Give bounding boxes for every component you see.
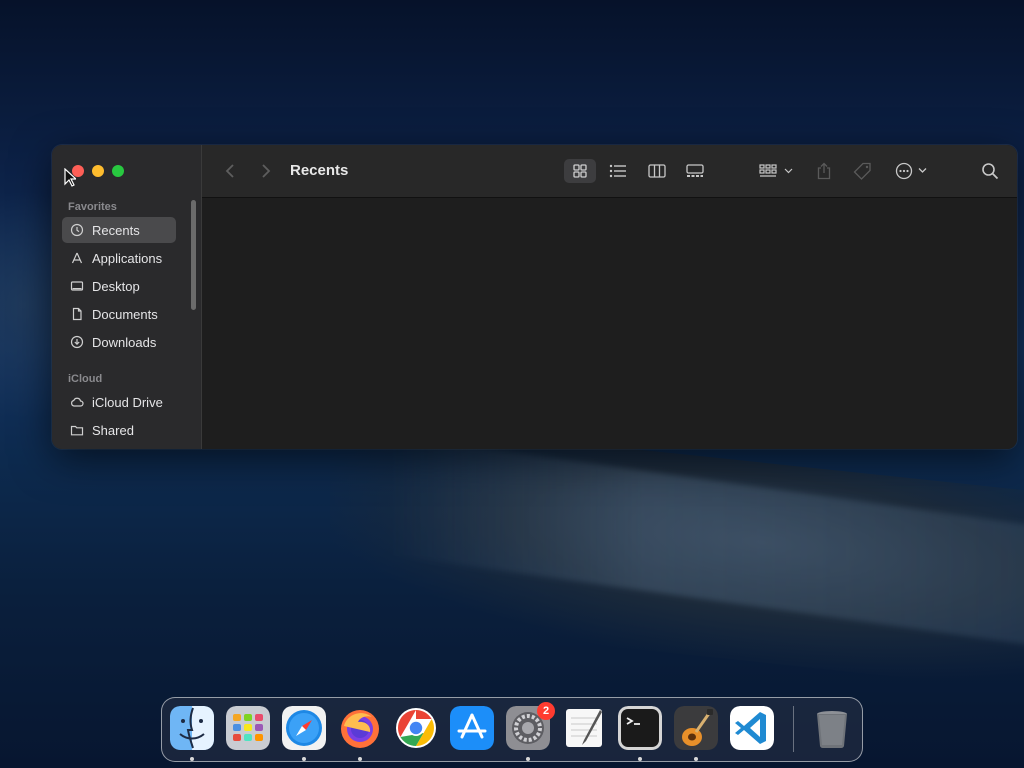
dock-trash[interactable] xyxy=(810,706,854,750)
tag-icon xyxy=(853,162,871,180)
download-icon xyxy=(70,335,84,349)
grid-icon xyxy=(573,164,587,178)
icon-view-button[interactable] xyxy=(564,159,596,183)
sidebar-item-label: Downloads xyxy=(92,334,157,350)
back-button[interactable] xyxy=(220,159,240,183)
vscode-icon xyxy=(730,706,774,750)
finder-window: Favorites Recents Applications Desktop D… xyxy=(52,145,1017,449)
running-indicator xyxy=(526,757,530,761)
sidebar-item-icloud-drive[interactable]: iCloud Drive xyxy=(62,389,176,415)
sidebar-scrollbar[interactable] xyxy=(191,200,196,310)
sidebar-item-label: iCloud Drive xyxy=(92,394,163,410)
sidebar-item-applications[interactable]: Applications xyxy=(62,245,176,271)
applications-icon xyxy=(71,252,83,264)
cloud-icon xyxy=(71,397,84,407)
sidebar-item-label: Shared xyxy=(92,422,134,438)
sidebar-item-desktop[interactable]: Desktop xyxy=(62,273,176,299)
file-area[interactable] xyxy=(202,198,1017,449)
group-by-button[interactable] xyxy=(757,159,797,183)
sidebar-item-recents[interactable]: Recents xyxy=(62,217,176,243)
list-icon xyxy=(609,164,626,178)
column-view-button[interactable] xyxy=(641,159,673,183)
dock-app-chrome[interactable] xyxy=(394,706,438,750)
desktop-icon xyxy=(70,281,84,291)
shared-folder-icon xyxy=(70,425,84,436)
gallery-icon xyxy=(686,164,704,177)
sidebar-section-favorites: Favorites xyxy=(68,201,117,213)
chrome-icon xyxy=(396,708,436,748)
sidebar-item-label: Desktop xyxy=(92,278,140,294)
window-controls xyxy=(72,165,124,177)
toolbar: Recents xyxy=(202,145,1017,198)
document-icon xyxy=(72,307,82,321)
sidebar-item-shared[interactable]: Shared xyxy=(62,417,176,443)
ellipsis-circle-icon xyxy=(895,162,927,180)
running-indicator xyxy=(358,757,362,761)
running-indicator xyxy=(190,757,194,761)
minimize-button[interactable] xyxy=(92,165,104,177)
sidebar-item-label: Applications xyxy=(92,250,163,266)
forward-button[interactable] xyxy=(256,159,276,183)
list-view-button[interactable] xyxy=(602,159,634,183)
textedit-icon xyxy=(566,709,602,747)
zoom-button[interactable] xyxy=(112,165,124,177)
tags-button[interactable] xyxy=(852,159,874,183)
dock-app-vscode[interactable] xyxy=(730,706,774,750)
notification-badge: 2 xyxy=(537,702,555,720)
dock-app-terminal[interactable] xyxy=(618,706,662,750)
trash-icon xyxy=(817,711,847,749)
launchpad-icon xyxy=(226,706,270,750)
more-actions-button[interactable] xyxy=(892,159,932,183)
sidebar-item-label: Documents xyxy=(92,306,158,322)
search-button[interactable] xyxy=(978,159,1002,183)
running-indicator xyxy=(302,757,306,761)
sidebar-section-icloud: iCloud xyxy=(68,373,103,385)
safari-icon xyxy=(282,706,326,750)
mouse-pointer-icon xyxy=(64,168,76,187)
dock-app-safari[interactable] xyxy=(282,706,326,750)
finder-content: Recents xyxy=(202,145,1017,449)
gallery-view-button[interactable] xyxy=(679,159,711,183)
sidebar: Favorites Recents Applications Desktop D… xyxy=(52,145,202,449)
search-icon xyxy=(982,163,999,180)
dock: 2 xyxy=(161,697,863,762)
garageband-icon xyxy=(674,706,718,750)
dock-app-finder[interactable] xyxy=(170,706,214,750)
share-button[interactable] xyxy=(813,159,835,183)
terminal-icon xyxy=(618,706,662,750)
sidebar-item-downloads[interactable]: Downloads xyxy=(62,329,176,355)
running-indicator xyxy=(638,757,642,761)
finder-icon xyxy=(170,706,214,750)
running-indicator xyxy=(694,757,698,761)
dock-app-textedit[interactable] xyxy=(562,706,606,750)
dock-separator xyxy=(793,706,794,752)
dock-app-launchpad[interactable] xyxy=(226,706,270,750)
dock-app-firefox[interactable] xyxy=(338,706,382,750)
window-title: Recents xyxy=(290,162,349,179)
dock-app-garageband[interactable] xyxy=(674,706,718,750)
dock-app-app-store[interactable] xyxy=(450,706,494,750)
share-icon xyxy=(817,162,831,180)
chevron-right-icon xyxy=(262,164,271,178)
sidebar-item-label: Recents xyxy=(92,222,140,238)
columns-icon xyxy=(648,164,666,178)
sidebar-item-documents[interactable]: Documents xyxy=(62,301,176,327)
firefox-icon xyxy=(341,710,379,748)
chevron-left-icon xyxy=(225,164,234,178)
app-store-icon xyxy=(450,706,494,750)
clock-icon xyxy=(70,223,84,237)
group-icon xyxy=(759,164,793,177)
